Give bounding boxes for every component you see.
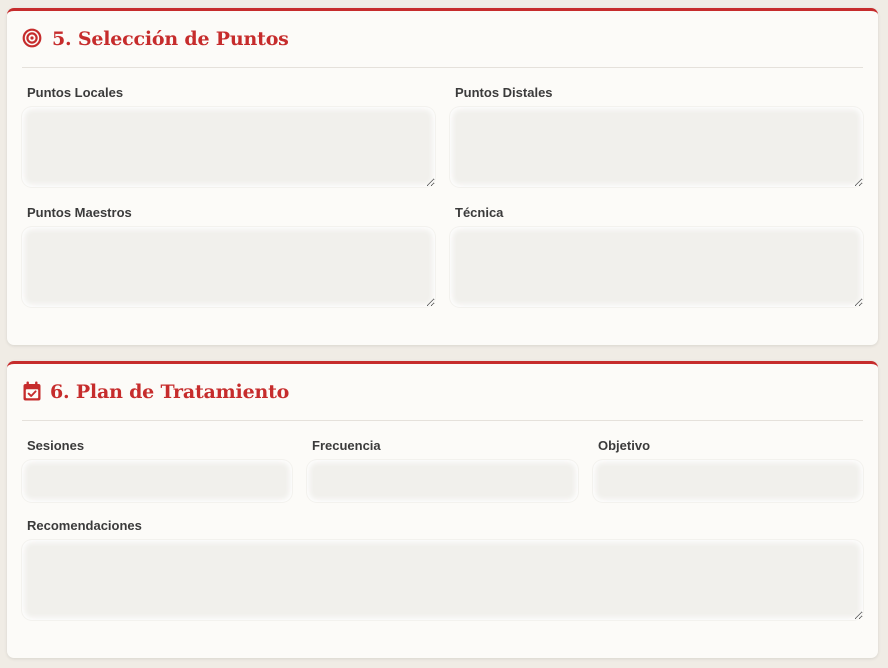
field-puntos-distales: Puntos Distales — [450, 85, 863, 187]
field-tecnica: Técnica — [450, 205, 863, 307]
section-seleccion-de-puntos: 5. Selección de Puntos Puntos Locales Pu… — [7, 8, 878, 345]
field-label: Frecuencia — [312, 438, 381, 453]
field-frecuencia: Frecuencia — [307, 438, 578, 502]
field-label: Puntos Distales — [455, 85, 553, 100]
field-label: Técnica — [455, 205, 504, 220]
target-icon — [22, 28, 42, 48]
puntos-locales-textarea[interactable] — [22, 107, 435, 187]
field-label: Puntos Maestros — [27, 205, 132, 220]
field-label: Objetivo — [598, 438, 651, 453]
recomendaciones-textarea[interactable] — [22, 540, 863, 620]
section-title: 5. Selección de Puntos — [52, 28, 289, 50]
calendar-check-icon — [22, 381, 42, 401]
field-puntos-locales: Puntos Locales — [22, 85, 435, 187]
objetivo-input[interactable] — [593, 460, 863, 502]
section-plan-de-tratamiento: 6. Plan de Tratamiento Sesiones Frecuenc… — [7, 361, 878, 658]
frecuencia-input[interactable] — [307, 460, 578, 502]
field-label: Sesiones — [27, 438, 85, 453]
field-puntos-maestros: Puntos Maestros — [22, 205, 435, 307]
field-label: Recomendaciones — [27, 518, 142, 533]
sesiones-input[interactable] — [22, 460, 292, 502]
puntos-distales-textarea[interactable] — [450, 107, 863, 187]
section-title: 6. Plan de Tratamiento — [50, 381, 290, 403]
field-recomendaciones: Recomendaciones — [22, 518, 863, 620]
section-header: 5. Selección de Puntos — [22, 11, 863, 68]
field-label: Puntos Locales — [27, 85, 124, 100]
tecnica-textarea[interactable] — [450, 227, 863, 307]
field-objetivo: Objetivo — [593, 438, 863, 502]
section-header: 6. Plan de Tratamiento — [22, 364, 863, 421]
field-sesiones: Sesiones — [22, 438, 292, 502]
puntos-maestros-textarea[interactable] — [22, 227, 435, 307]
